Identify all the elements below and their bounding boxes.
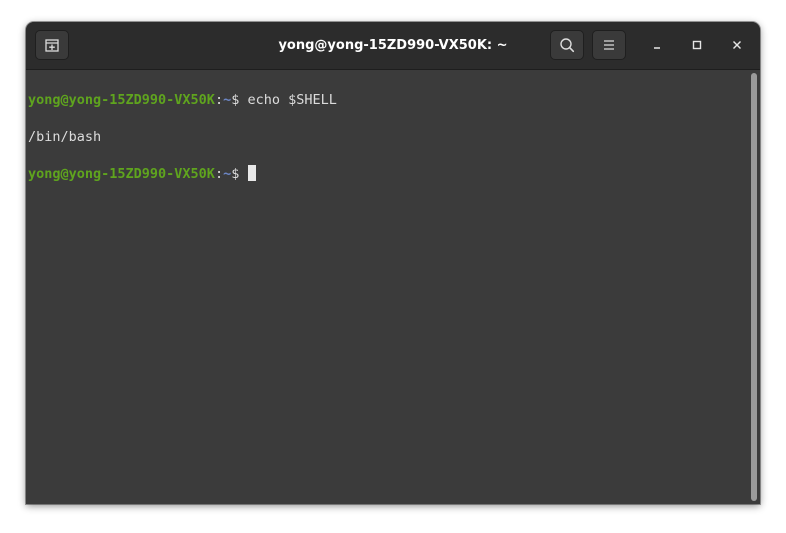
close-button[interactable] — [726, 34, 748, 56]
search-icon — [560, 38, 575, 53]
scrollbar[interactable] — [748, 70, 760, 504]
new-tab-icon — [45, 39, 59, 52]
text-cursor — [248, 164, 257, 181]
terminal-line: yong@yong-15ZD990-VX50K:~$ echo $SHELL — [28, 91, 748, 110]
menu-button[interactable] — [592, 30, 626, 60]
prompt-user: yong@yong-15ZD990-VX50K — [28, 165, 215, 182]
hamburger-menu-icon — [604, 40, 614, 50]
terminal-line: yong@yong-15ZD990-VX50K:~$ — [28, 164, 748, 184]
maximize-icon — [692, 40, 702, 50]
command-output: /bin/bash — [28, 128, 102, 145]
prompt-symbol: $ — [231, 165, 248, 182]
scrollbar-thumb[interactable] — [751, 73, 757, 501]
maximize-button[interactable] — [686, 34, 708, 56]
headerbar: yong@yong-15ZD990-VX50K: ~ — [26, 22, 760, 70]
prompt-path: ~ — [223, 165, 232, 182]
prompt-symbol: $ — [231, 91, 248, 108]
prompt-path: ~ — [223, 91, 232, 108]
close-icon — [733, 41, 741, 49]
search-button[interactable] — [550, 30, 584, 60]
prompt-separator: : — [214, 91, 224, 108]
terminal-line: /bin/bash — [28, 128, 748, 147]
prompt-separator: : — [214, 165, 224, 182]
terminal-output[interactable]: yong@yong-15ZD990-VX50K:~$ echo $SHELL /… — [26, 70, 748, 504]
new-tab-button[interactable] — [35, 30, 69, 60]
minimize-icon — [654, 47, 660, 49]
command-text: echo $SHELL — [247, 91, 337, 108]
prompt-user: yong@yong-15ZD990-VX50K — [28, 91, 215, 108]
minimize-button[interactable] — [646, 34, 668, 56]
terminal-window: yong@yong-15ZD990-VX50K: ~ yong@yong-15Z… — [26, 22, 760, 504]
